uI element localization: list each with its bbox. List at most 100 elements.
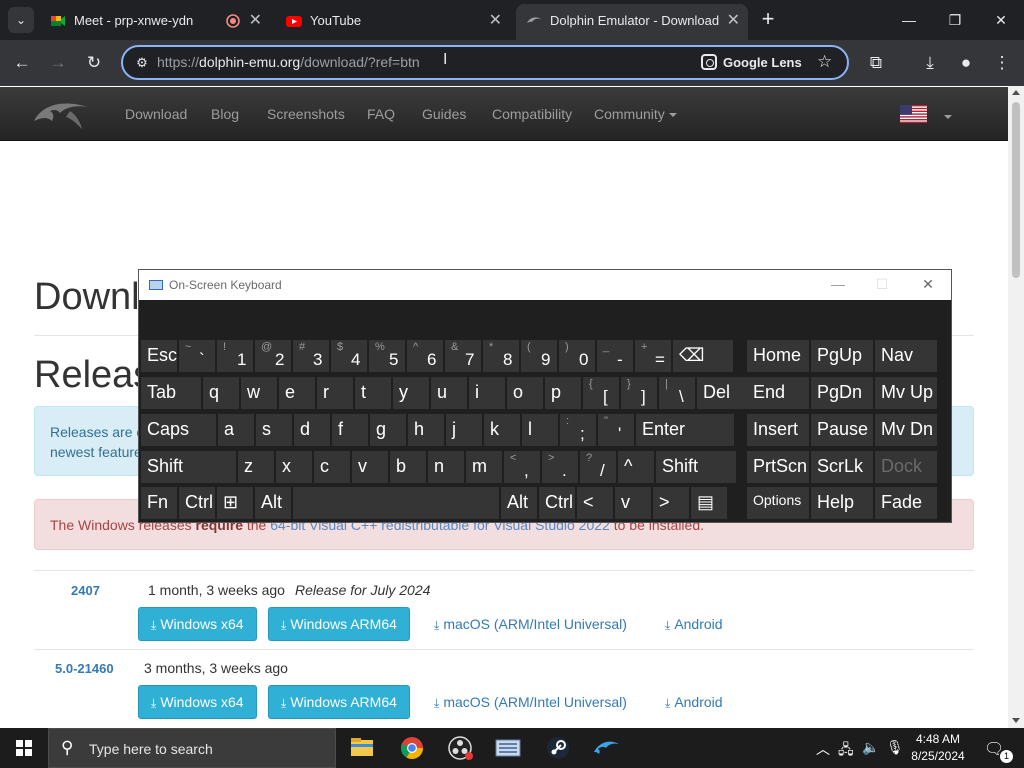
new-tab-button[interactable]: +	[756, 7, 780, 31]
osk-key[interactable]: Caps	[141, 414, 216, 446]
dolphin-app-icon[interactable]	[582, 728, 630, 768]
file-explorer-icon[interactable]	[338, 728, 386, 768]
maximize-icon[interactable]: ☐	[867, 276, 897, 293]
osk-key[interactable]: PgUp	[811, 340, 873, 372]
steam-icon[interactable]	[534, 728, 582, 768]
osk-key[interactable]: d	[294, 414, 330, 446]
scroll-down-icon[interactable]	[1012, 718, 1020, 723]
tab-youtube[interactable]: YouTube ✕	[276, 4, 510, 38]
tab-meet[interactable]: Meet - prp-xnwe-ydn ✕	[40, 4, 270, 38]
extensions-icon[interactable]: ⧉	[864, 51, 888, 75]
osk-key[interactable]: @2	[255, 340, 291, 372]
taskbar-search[interactable]: ⚲ Type here to search	[48, 728, 336, 768]
osk-key[interactable]: ~ `	[179, 340, 215, 372]
osk-key[interactable]: ! 1	[217, 340, 253, 372]
nav-screenshots[interactable]: Screenshots	[267, 106, 345, 122]
back-icon[interactable]: ←	[10, 51, 34, 75]
close-tab-icon[interactable]: ✕	[727, 4, 740, 38]
site-info-icon[interactable]: ⚙	[133, 54, 151, 72]
osk-key[interactable]: ScrLk	[811, 451, 873, 483]
downloads-icon[interactable]: ⤓	[918, 51, 942, 75]
osk-key[interactable]: a	[218, 414, 254, 446]
osk-key[interactable]: End	[747, 377, 809, 409]
osk-key[interactable]: Ctrl	[539, 487, 575, 519]
nav-blog[interactable]: Blog	[211, 106, 239, 122]
osk-key[interactable]: ⌫	[673, 340, 733, 372]
windows-x64-button[interactable]: ⤓ Windows x64	[138, 607, 257, 641]
osk-titlebar[interactable]: On-Screen Keyboard — ☐ ✕	[139, 270, 951, 300]
osk-key[interactable]: PrtScn	[747, 451, 809, 483]
osk-key[interactable]: Help	[811, 487, 873, 519]
osk-key[interactable]: + =	[635, 340, 671, 372]
reload-icon[interactable]: ↻	[82, 51, 106, 75]
osk-key[interactable]: ^	[618, 451, 654, 483]
osk-key[interactable]: | \	[659, 377, 695, 409]
close-window-icon[interactable]: ✕	[978, 0, 1024, 40]
nav-download[interactable]: Download	[125, 106, 187, 122]
osk-key[interactable]: * 8	[483, 340, 519, 372]
tab-search-button[interactable]: ⌄	[8, 7, 34, 33]
osk-key[interactable]: Insert	[747, 414, 809, 446]
nav-guides[interactable]: Guides	[422, 106, 466, 122]
profile-icon[interactable]: ●	[954, 51, 978, 75]
osk-key[interactable]: Fn	[141, 487, 177, 519]
osk-key[interactable]: :;	[560, 414, 596, 446]
osk-key[interactable]: Alt	[255, 487, 291, 519]
close-tab-icon[interactable]: ✕	[249, 4, 262, 38]
restore-icon[interactable]: ❐	[932, 0, 978, 40]
chevron-down-icon[interactable]	[944, 115, 952, 119]
windows-start-icon[interactable]	[0, 728, 48, 768]
macos-download-link[interactable]: ⤓ macOS (ARM/Intel Universal)	[434, 694, 627, 711]
bookmark-star-icon[interactable]: ☆	[817, 52, 832, 72]
tab-dolphin[interactable]: Dolphin Emulator - Download ✕	[516, 4, 748, 40]
nav-compatibility[interactable]: Compatibility	[492, 106, 572, 122]
nav-community[interactable]: Community	[594, 106, 677, 122]
dolphin-logo[interactable]	[32, 95, 92, 133]
osk-key[interactable]: >.	[542, 451, 578, 483]
osk-key[interactable]: b	[390, 451, 426, 483]
chrome-icon[interactable]	[388, 728, 436, 768]
osk-key[interactable]: f	[332, 414, 368, 446]
osk-key[interactable]: Shift	[656, 451, 736, 483]
osk-key[interactable]: ) 0	[559, 340, 595, 372]
osk-key[interactable]: Alt	[501, 487, 537, 519]
osk-key[interactable]: u	[431, 377, 467, 409]
osk-key[interactable]: (9	[521, 340, 557, 372]
osk-key[interactable]: Shift	[141, 451, 236, 483]
windows-arm64-button[interactable]: ⤓ Windows ARM64	[268, 685, 410, 719]
clock[interactable]: 4:48 AM 8/25/2024	[900, 731, 976, 765]
macos-download-link[interactable]: ⤓ macOS (ARM/Intel Universal)	[434, 616, 627, 633]
osk-key[interactable]: " '	[598, 414, 634, 446]
osk-key[interactable]: ▤	[691, 487, 727, 519]
menu-icon[interactable]: ⋮	[990, 51, 1014, 75]
osk-key[interactable]: Tab	[141, 377, 201, 409]
osk-key[interactable]: o	[507, 377, 543, 409]
osk-key[interactable]: Esc	[141, 340, 177, 372]
close-tab-icon[interactable]: ✕	[489, 4, 502, 38]
us-flag-icon[interactable]	[900, 105, 927, 123]
osk-key[interactable]: Enter	[636, 414, 734, 446]
osk-key[interactable]: >	[653, 487, 689, 519]
osk-key[interactable]: Dock	[875, 451, 937, 483]
windows-arm64-button[interactable]: ⤓ Windows ARM64	[268, 607, 410, 641]
page-scrollbar[interactable]	[1008, 86, 1024, 728]
osk-key[interactable]: h	[408, 414, 444, 446]
close-icon[interactable]: ✕	[913, 276, 943, 293]
osk-key[interactable]: q	[203, 377, 239, 409]
osk-key[interactable]: _ -	[597, 340, 633, 372]
osk-key[interactable]: n	[428, 451, 464, 483]
scroll-up-icon[interactable]	[1012, 90, 1020, 95]
obs-icon[interactable]	[436, 728, 484, 768]
android-download-link[interactable]: ⤓ Android	[665, 694, 723, 711]
osk-key[interactable]: % 5	[369, 340, 405, 372]
osk-key[interactable]: #3	[293, 340, 329, 372]
osk-key[interactable]: ? /	[580, 451, 616, 483]
forward-icon[interactable]: →	[46, 51, 70, 75]
osk-key[interactable]: g	[370, 414, 406, 446]
osk-key[interactable]: p	[545, 377, 581, 409]
scroll-thumb[interactable]	[1012, 102, 1020, 278]
osk-key[interactable]: k	[484, 414, 520, 446]
release-version[interactable]: 5.0-21460	[55, 661, 114, 676]
osk-key[interactable]: z	[238, 451, 274, 483]
osk-key[interactable]: Mv Dn	[875, 414, 937, 446]
